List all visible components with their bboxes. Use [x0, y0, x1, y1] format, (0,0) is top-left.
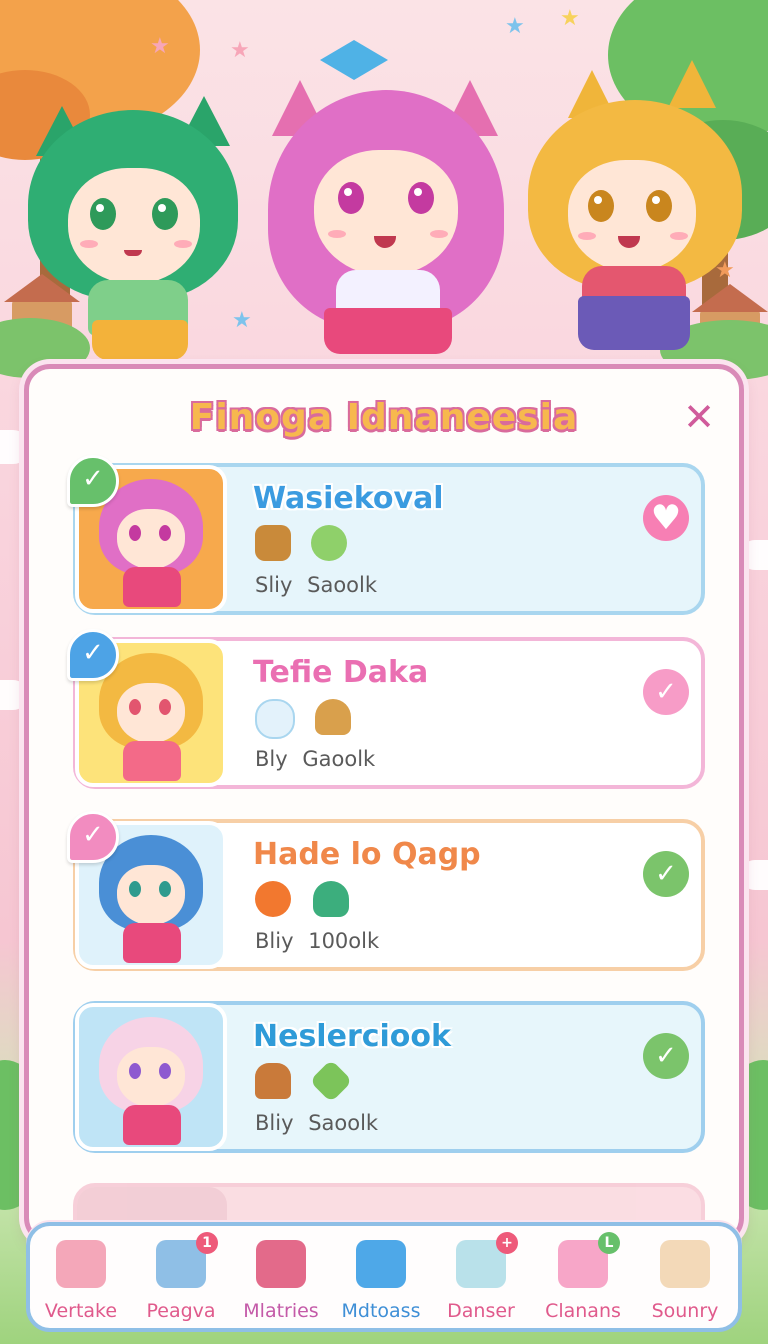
character-stats: Bly Gaoolk [255, 747, 383, 771]
avatar-icon [660, 1240, 710, 1288]
stat-value: Gaoolk [302, 747, 376, 771]
nav-label: Sounry [651, 1300, 719, 1322]
selection-dialog: Finoga Idnaneesia ✕ ✓ Wasiekoval Sliy Sa… [24, 364, 744, 1244]
stat-label: Sliy [255, 573, 293, 597]
nav-label: Danser [447, 1300, 515, 1322]
green-gem-icon [309, 1059, 353, 1103]
star-icon: ★ [150, 34, 170, 59]
muffin-icon [255, 1063, 291, 1099]
nav-badge: + [496, 1232, 518, 1254]
character-stats: Bliy Saoolk [255, 1111, 386, 1135]
nav-item-peagva[interactable]: 1 Peagva [134, 1232, 228, 1328]
nav-item-mdtoass[interactable]: Mdtoass [334, 1236, 428, 1328]
nav-item-clanans[interactable]: L Clanans [536, 1232, 630, 1328]
nav-label: Mdtoass [341, 1300, 421, 1322]
nav-item-sounry[interactable]: Sounry [638, 1236, 732, 1328]
selected-check-badge: ✓ [67, 629, 119, 681]
list-icon [356, 1240, 406, 1288]
pencil-icon [256, 1240, 306, 1288]
character-name: Hade lo Qagp [253, 837, 481, 872]
stat-value: Saoolk [308, 1111, 379, 1135]
selected-check-badge: ✓ [67, 811, 119, 863]
stat-label: Bliy [255, 929, 294, 953]
stat-value: Saoolk [307, 573, 378, 597]
character-name: Tefie Daka [253, 655, 429, 690]
stat-value: 100olk [308, 929, 380, 953]
stat-label: Bly [255, 747, 288, 771]
character-stats: Sliy Saoolk [255, 573, 385, 597]
orange-slime-icon [255, 881, 291, 917]
character-green-hair [28, 80, 248, 370]
character-stats: Bliy 100olk [255, 929, 387, 953]
green-sprout-icon [313, 881, 349, 917]
stat-label: Bliy [255, 1111, 294, 1135]
nav-label: Vertake [44, 1300, 118, 1322]
cloud [740, 860, 768, 890]
cloud [740, 540, 768, 570]
close-button[interactable]: ✕ [679, 397, 719, 437]
character-orange-hair [528, 60, 748, 360]
selected-check-badge: ✓ [67, 455, 119, 507]
coffee-cup-icon [255, 525, 291, 561]
character-name: Neslerciook [253, 1019, 451, 1054]
nav-item-danser[interactable]: + Danser [434, 1232, 528, 1328]
green-slime-icon [311, 525, 347, 561]
character-card[interactable]: ✓ Tefie Daka Bly Gaoolk ✓ [67, 629, 705, 789]
nav-badge: L [598, 1232, 620, 1254]
character-card[interactable]: Neslerciook Bliy Saoolk ✓ [73, 1001, 705, 1153]
bottom-nav-bar: Vertake 1 Peagva Mlatries Mdtoass + Dans… [26, 1222, 742, 1332]
nav-item-vertake[interactable]: Vertake [34, 1236, 128, 1328]
character-pink-hair [262, 30, 512, 370]
star-icon: ★ [560, 6, 580, 31]
nav-label: Clanans [545, 1300, 621, 1322]
check-icon[interactable]: ✓ [643, 851, 689, 897]
character-portrait [75, 1003, 227, 1151]
nav-label: Mlatries [243, 1300, 319, 1322]
cloud-icon [255, 699, 295, 739]
dialog-title: Finoga Idnaneesia [189, 397, 579, 438]
nav-badge: 1 [196, 1232, 218, 1254]
nav-item-mlatries[interactable]: Mlatries [234, 1236, 328, 1328]
nav-label: Peagva [146, 1300, 216, 1322]
character-card[interactable]: ✓ Wasiekoval Sliy Saoolk ♥ [67, 455, 705, 615]
character-name: Wasiekoval [253, 481, 444, 516]
ice-cream-icon [315, 699, 351, 735]
check-icon[interactable]: ✓ [643, 669, 689, 715]
house-icon [56, 1240, 106, 1288]
character-card[interactable]: ✓ Hade lo Qagp Bliy 100olk ✓ [67, 811, 705, 971]
star-icon: ★ [230, 38, 250, 63]
favorite-heart-icon[interactable]: ♥ [643, 495, 689, 541]
check-icon[interactable]: ✓ [643, 1033, 689, 1079]
